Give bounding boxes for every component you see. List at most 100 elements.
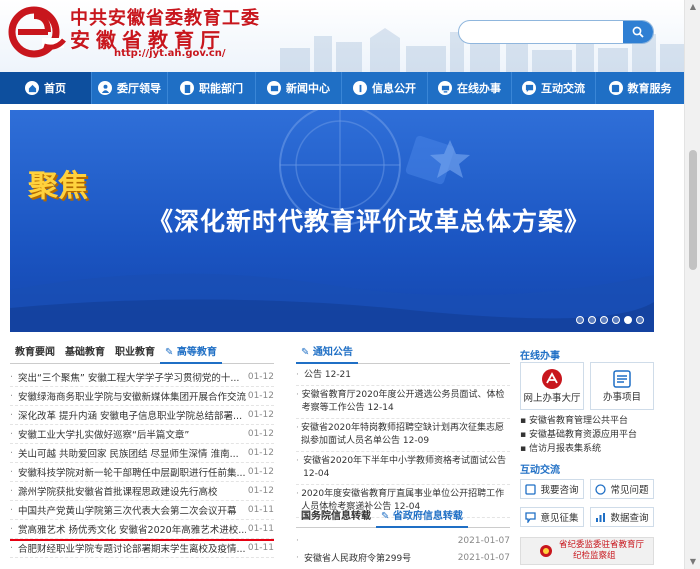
nav-item-info[interactable]: 信息公开	[342, 72, 428, 104]
list-icon	[613, 370, 631, 388]
site-url[interactable]: http://jyt.ah.gov.cn/	[114, 48, 226, 59]
nav-item-news[interactable]: 新闻中心	[256, 72, 342, 104]
opinion-button[interactable]: 意见征集	[520, 507, 584, 527]
list-item[interactable]: · 赏高雅艺术 扬优秀文化 安徽省2020年高雅艺术进校... 01-11	[10, 520, 274, 539]
pencil-icon: ✎	[165, 347, 174, 358]
info-icon	[353, 81, 367, 95]
list-item[interactable]: · 2021-01-07	[296, 532, 510, 549]
list-item[interactable]: · 中国共产党黄山学院第三次代表大会第二次会议开幕 01-11	[10, 501, 274, 520]
link-resource-platform[interactable]: ▪ 安徽基础教育资源应用平台	[520, 428, 660, 442]
list-item[interactable]: · 安徽省2020年特岗教师招聘空缺计划再次征集志愿拟参加面试人员名单公告 12-…	[296, 419, 510, 452]
news-title: 关山可越 共助爱回家 民族团结 尽显师生深情 淮南...	[18, 449, 239, 460]
nav-label: 互动交流	[541, 82, 585, 95]
tab-basic-education[interactable]: 基础教育	[60, 344, 110, 364]
link-petition-system[interactable]: ▪ 信访月报表集系统	[520, 442, 660, 456]
online-icon	[438, 81, 452, 95]
discipline-line1: 省纪委监委驻省教育厅	[559, 540, 645, 550]
list-item[interactable]: · 安徽省教育厅2020年度公开遴选公务员面试、体检考察等工作公告 12-14	[296, 386, 510, 419]
online-services-title: 在线办事	[520, 351, 560, 362]
list-item[interactable]: · 合肥财经职业学院专题讨论部署期末学生离校及疫情... 01-11	[10, 539, 274, 558]
button-label: 办事项目	[602, 392, 641, 403]
list-item[interactable]: · 安徽省人民政府令第299号 2021-01-07	[296, 549, 510, 566]
banner-carousel[interactable]: 聚焦 《深化新时代教育评价改革总体方案》	[10, 110, 654, 332]
nav-label: 信息公开	[372, 82, 416, 95]
online-links: ▪ 安徽省教育管理公共平台 ▪ 安徽基础教育资源应用平台 ▪ 信访月报表集系统	[520, 414, 660, 456]
discipline-inspection-link[interactable]: 省纪委监委驻省教育厅 纪检监察组	[520, 537, 654, 565]
tab-label: 省政府信息转载	[392, 511, 463, 522]
page-scrollbar[interactable]: ▲ ▼	[684, 0, 700, 569]
news-icon	[267, 81, 281, 95]
service-items-button[interactable]: 办事项目	[590, 362, 654, 410]
scrollbar-thumb[interactable]	[689, 150, 697, 270]
carousel-dot-active[interactable]	[624, 316, 632, 324]
logo-icon	[8, 6, 66, 58]
nav-item-interaction[interactable]: 互动交流	[512, 72, 596, 104]
highlight-underline	[10, 539, 274, 541]
news-title: 深化改革 提升内涵 安徽电子信息职业学院总结部署...	[18, 411, 243, 422]
tab-education-news[interactable]: 教育要闻	[10, 344, 60, 364]
list-item[interactable]: · 滁州学院获批安徽省首批课程思政建设先行高校 01-12	[10, 482, 274, 501]
search-button[interactable]	[623, 21, 653, 43]
tab-vocational-education[interactable]: 职业教育	[110, 344, 160, 364]
scroll-down-icon[interactable]: ▼	[685, 555, 700, 569]
news-list: · 突出“三个聚焦” 安徽工程大学学子学习贯彻党的十... 01-12 · 安徽绿海商…	[10, 368, 274, 558]
data-icon	[596, 512, 606, 522]
list-item[interactable]: · 安徽科技学院对新一轮干部聘任中层副职进行任前集... 01-12	[10, 463, 274, 482]
list-item[interactable]: · 关山可越 共助爱回家 民族团结 尽显师生深情 淮南... 01-12	[10, 444, 274, 463]
news-title: 安徽科技学院对新一轮干部聘任中层副职进行任前集...	[18, 468, 246, 479]
list-item[interactable]: · 公告 12-21	[296, 366, 510, 386]
site-header: 中共安徽省委教育工委 安徽省教育厅 http://jyt.ah.gov.cn/	[0, 0, 700, 72]
gov-info-list: · 2021-01-07 · 安徽省人民政府令第299号 2021-01-07	[296, 532, 510, 566]
discipline-line2: 纪检监察组	[573, 551, 616, 561]
banner-title: 《深化新时代教育评价改革总体方案》	[148, 207, 591, 236]
carousel-dot[interactable]	[612, 316, 620, 324]
button-label: 网上办事大厅	[523, 393, 581, 404]
news-date: 01-11	[247, 505, 274, 515]
news-title: 滁州学院获批安徽省首批课程思政建设先行高校	[18, 487, 218, 498]
news-date: 01-12	[247, 486, 274, 496]
consult-icon	[525, 483, 537, 495]
nav-item-leaders[interactable]: 委厅领导	[92, 72, 168, 104]
tab-province-info[interactable]: ✎ 省政府信息转载	[376, 508, 468, 528]
news-date: 01-12	[247, 467, 274, 477]
news-date: 01-12	[247, 372, 274, 382]
tab-state-council-info[interactable]: 国务院信息转载	[296, 508, 376, 528]
news-date: 01-11	[247, 524, 274, 534]
news-date: 01-11	[247, 543, 274, 553]
carousel-dot[interactable]	[600, 316, 608, 324]
carousel-dot[interactable]	[636, 316, 644, 324]
search-input[interactable]	[459, 21, 625, 43]
list-item[interactable]: · 安徽绿海商务职业学院与安徽新媒体集团开展合作交流 01-12	[10, 387, 274, 406]
online-hall-button[interactable]: 网上办事大厅	[520, 362, 584, 410]
carousel-dot[interactable]	[588, 316, 596, 324]
carousel-dot[interactable]	[576, 316, 584, 324]
nav-item-home[interactable]: 首页	[0, 72, 92, 104]
news-tabs: 教育要闻 基础教育 职业教育 ✎ 高等教育	[10, 344, 274, 364]
link-education-platform[interactable]: ▪ 安徽省教育管理公共平台	[520, 414, 660, 428]
banner-emblem-text: 聚焦	[28, 169, 88, 204]
list-item[interactable]: · 突出“三个聚焦” 安徽工程大学学子学习贯彻党的十... 01-12	[10, 368, 274, 387]
nav-item-services[interactable]: 教育服务	[596, 72, 684, 104]
nav-item-online[interactable]: 在线办事	[428, 72, 512, 104]
tab-higher-education[interactable]: ✎ 高等教育	[160, 344, 222, 364]
list-item[interactable]: · 安徽工业大学扎实做好巡察“后半篇文章” 01-12	[10, 425, 274, 444]
search-box	[458, 20, 654, 44]
nav-label: 职能部门	[199, 82, 243, 95]
news-title: 安徽工业大学扎实做好巡察“后半篇文章”	[18, 430, 190, 441]
tab-notices[interactable]: ✎ 通知公告	[296, 344, 358, 364]
gov-info-title: 安徽省人民政府令第299号	[304, 554, 412, 564]
nav-label: 教育服务	[627, 82, 672, 95]
data-query-button[interactable]: 数据查询	[590, 507, 654, 527]
faq-button[interactable]: 常见问题	[590, 479, 654, 499]
emblem-icon	[540, 545, 552, 557]
notice-text: 安徽省2020年下半年中小学教师资格考试面试公告 12-04	[303, 456, 507, 479]
home-icon	[25, 81, 39, 95]
nav-item-departments[interactable]: 职能部门	[168, 72, 256, 104]
button-label: 我要咨询	[540, 485, 579, 496]
pencil-icon: ✎	[301, 347, 310, 358]
list-item[interactable]: · 安徽省2020年下半年中小学教师资格考试面试公告 12-04	[296, 452, 510, 485]
list-item[interactable]: · 深化改革 提升内涵 安徽电子信息职业学院总结部署... 01-12	[10, 406, 274, 425]
scroll-up-icon[interactable]: ▲	[685, 0, 700, 14]
consult-button[interactable]: 我要咨询	[520, 479, 584, 499]
news-title: 赏高雅艺术 扬优秀文化 安徽省2020年高雅艺术进校...	[18, 525, 246, 536]
